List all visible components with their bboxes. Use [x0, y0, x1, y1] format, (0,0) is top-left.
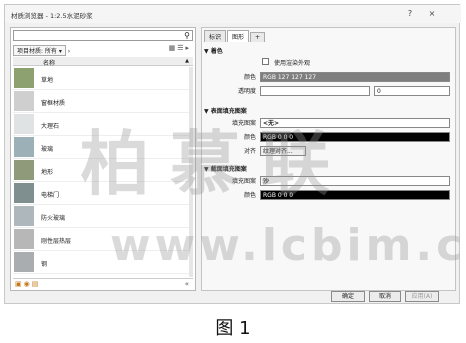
panel-icon[interactable]: ▤ — [32, 280, 41, 288]
collapse-icon[interactable]: « — [185, 280, 189, 288]
material-thumbnail — [14, 160, 34, 180]
tab-bar: 标识 图形 + — [204, 30, 266, 42]
window-title: 材质浏览器 - 1:2.5水泥砂浆 — [11, 12, 93, 20]
material-thumbnail — [14, 68, 34, 88]
tab-add[interactable]: + — [250, 32, 266, 42]
title-bar: 材质浏览器 - 1:2.5水泥砂浆 ? × — [5, 5, 461, 23]
grid-view-icon[interactable]: ▦ — [169, 44, 178, 52]
material-name: 钢 — [41, 261, 48, 268]
ok-button[interactable]: 确定 — [331, 291, 365, 302]
cancel-button[interactable]: 取消 — [369, 291, 401, 302]
column-header[interactable]: 名称 ▲ — [13, 57, 193, 67]
material-name: 玻璃 — [41, 146, 54, 153]
transparency-label: 透明度 — [237, 88, 256, 95]
search-input[interactable]: ⚲ — [13, 30, 193, 41]
material-thumbnail — [14, 252, 34, 272]
shading-section-title[interactable]: ▼ 着色 — [204, 46, 223, 55]
sort-icon[interactable]: ▲ — [185, 58, 189, 64]
tab-graphics[interactable]: 图形 — [227, 30, 250, 42]
list-item[interactable]: 草地 — [13, 67, 189, 90]
material-thumbnail — [14, 137, 34, 157]
asset-icon[interactable]: ◉ — [24, 280, 32, 288]
search-icon[interactable]: ⚲ — [184, 31, 190, 41]
material-name: 电梯门 — [41, 192, 60, 199]
material-name: 防火玻璃 — [41, 215, 66, 222]
figure-caption: 图 1 — [215, 318, 251, 339]
use-render-label: 使用渲染外观 — [274, 60, 311, 67]
shading-color-label: 颜色 — [243, 74, 256, 81]
tab-identity[interactable]: 标识 — [204, 30, 227, 42]
watermark-url: www.lcbim.c — [110, 220, 466, 271]
help-button[interactable]: ? — [403, 8, 417, 20]
chevron-down-icon: ▾ — [58, 48, 62, 55]
watermark-text: 柏慕联 — [80, 123, 350, 205]
library-icon[interactable]: ▣ — [15, 280, 24, 288]
column-name: 名称 — [43, 60, 56, 67]
material-name: 窗框材质 — [41, 100, 66, 107]
material-name: 草地 — [41, 77, 54, 84]
material-name: 地形 — [41, 169, 54, 176]
apply-button[interactable]: 应用(A) — [405, 291, 439, 302]
material-thumbnail — [14, 183, 34, 203]
material-name: 大理石 — [41, 123, 60, 130]
close-button[interactable]: × — [425, 8, 439, 20]
material-thumbnail — [14, 114, 34, 134]
filter-dropdown[interactable]: 项目材质: 所有 ▾ › — [13, 45, 70, 56]
material-thumbnail — [14, 206, 34, 226]
filter-label: 项目材质: 所有 — [17, 48, 57, 55]
view-options[interactable]: ▦☰▸ — [169, 44, 191, 52]
material-thumbnail — [14, 229, 34, 249]
shading-color-field[interactable]: RGB 127 127 127 — [260, 72, 450, 82]
material-thumbnail — [14, 91, 34, 111]
left-toolbar: ▣◉▤ « — [13, 278, 193, 290]
use-render-checkbox[interactable] — [262, 58, 269, 65]
material-name: 刚性层热层 — [41, 238, 72, 245]
chevron-right-icon[interactable]: › — [68, 48, 70, 55]
transparency-value[interactable]: 0 — [374, 86, 450, 96]
toggle-icon[interactable]: ▸ — [185, 44, 191, 52]
transparency-slider[interactable] — [260, 86, 370, 96]
